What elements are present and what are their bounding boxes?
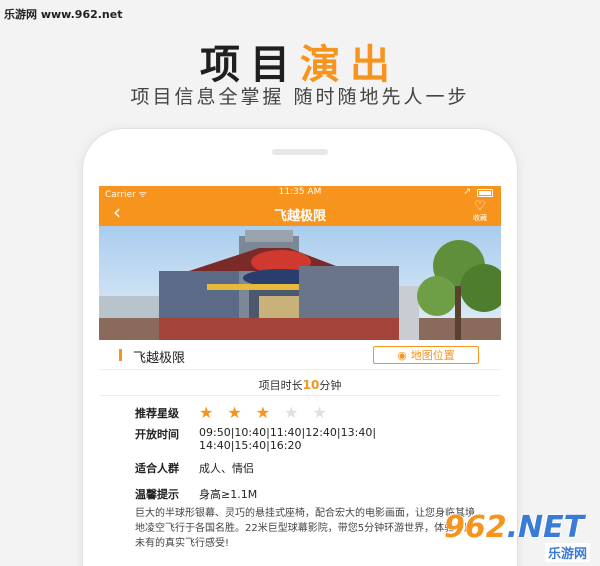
hours-line-2: 14:40|15:40|16:20 <box>199 439 302 452</box>
favorite-label: 收藏 <box>473 214 487 222</box>
attraction-name: 飞越极限 <box>133 351 186 366</box>
phone-speaker <box>272 149 328 155</box>
favorite-button[interactable]: ♡ 收藏 <box>469 199 491 223</box>
hours-line-1: 09:50|10:40|11:40|12:40|13:40| <box>199 426 377 439</box>
map-pin-icon: ◉ <box>397 348 407 362</box>
watermark-logo-main: 962.NET <box>444 510 584 545</box>
star-filled-icon: ★ <box>227 403 242 422</box>
rating-label: 推荐星级 <box>135 407 179 420</box>
map-location-button[interactable]: ◉ 地图位置 <box>373 346 479 364</box>
attraction-photo <box>99 226 501 340</box>
hours-label: 开放时间 <box>135 428 179 441</box>
tips-label: 温馨提示 <box>135 488 179 501</box>
duration-prefix: 项目时长 <box>258 379 303 392</box>
details-list: 推荐星级 ★ ★ ★ ★ ★ 开放时间 09:50|10:40|11:40|12:40|… <box>99 396 501 551</box>
heart-icon: ♡ <box>474 199 486 214</box>
hours-row: 开放时间 09:50|10:40|11:40|12:40|13:40| 14:4… <box>99 426 501 452</box>
location-icon: ↗ <box>463 187 471 197</box>
hours-value: 09:50|10:40|11:40|12:40|13:40| 14:40|15:… <box>199 426 501 452</box>
nav-bar: ‹ 飞越极限 ♡ 收藏 <box>99 200 501 226</box>
battery-icon <box>477 189 493 197</box>
duration-row: 项目时长10分钟 <box>99 370 501 396</box>
watermark-logo: 962.NET 乐游网 <box>444 510 594 562</box>
description-text: 巨大的半球形银幕、灵巧的悬挂式座椅，配合宏大的电影画面，让您身临其境地凌空飞行于… <box>135 508 475 549</box>
map-location-label: 地图位置 <box>410 349 455 362</box>
accent-bar <box>119 349 122 361</box>
status-time: 11:35 AM <box>278 187 322 197</box>
rating-stars: ★ ★ ★ ★ ★ <box>199 405 501 421</box>
watermark-logo-number: 962 <box>444 510 507 545</box>
hero-subtitle: 项目信息全掌握 随时随地先人一步 <box>130 86 470 108</box>
nav-title: 飞越极限 <box>273 209 326 224</box>
star-filled-icon: ★ <box>199 403 214 422</box>
star-empty-icon: ★ <box>312 403 327 422</box>
watermark-logo-sub: 乐游网 <box>544 543 590 562</box>
star-empty-icon: ★ <box>284 403 299 422</box>
watermark-logo-tld: .NET <box>506 510 585 545</box>
duration-value: 10 <box>302 378 320 392</box>
app-screen: Carrier ᯤ 11:35 AM ↗ ‹ 飞越极限 ♡ 收藏 飞越极限 ◉ … <box>99 186 501 566</box>
star-filled-icon: ★ <box>255 403 271 422</box>
audience-row: 适合人群 成人、情侣 <box>99 460 501 476</box>
tips-value: 身高≥1.1M <box>199 488 258 501</box>
audience-value: 成人、情侣 <box>199 462 254 475</box>
attraction-header: 飞越极限 ◉ 地图位置 <box>99 340 501 370</box>
audience-label: 适合人群 <box>135 462 179 475</box>
duration-suffix: 分钟 <box>319 379 342 392</box>
watermark-text: 乐游网 www.962.net <box>4 8 123 21</box>
status-bar: Carrier ᯤ 11:35 AM ↗ <box>99 186 501 200</box>
rating-row: 推荐星级 ★ ★ ★ ★ ★ <box>99 402 501 424</box>
tips-row: 温馨提示 身高≥1.1M <box>99 486 501 502</box>
